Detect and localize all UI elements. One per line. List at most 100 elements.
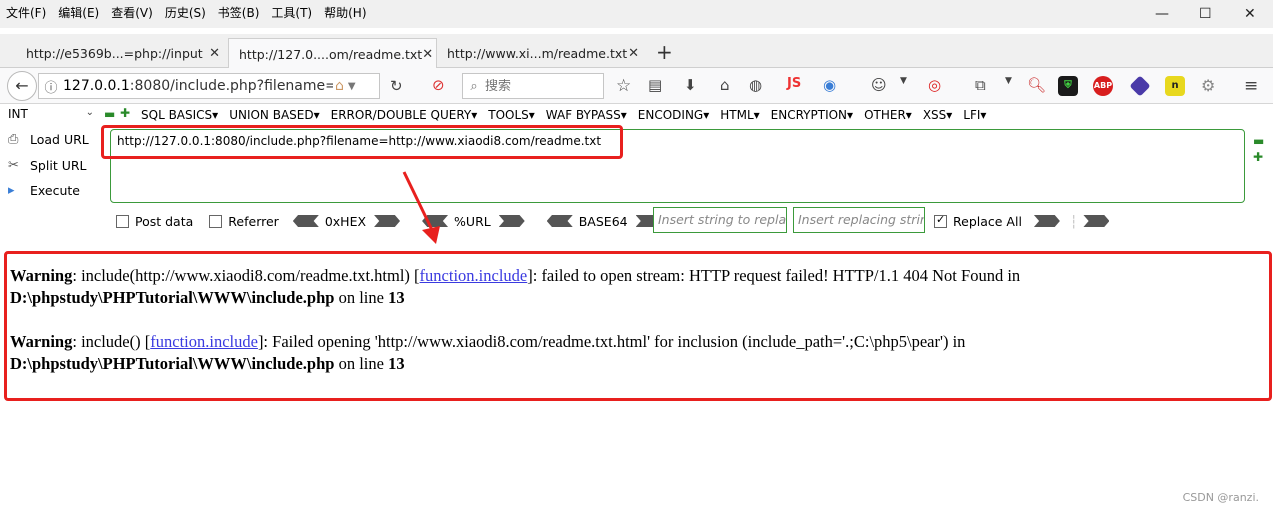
url-encoding-label: %URL — [454, 213, 491, 229]
execute-label: Execute — [30, 183, 80, 198]
maximize-button[interactable]: ☐ — [1199, 6, 1212, 22]
menu-bookmarks[interactable]: 书签(B) — [218, 4, 260, 21]
tab-label: http://www.xi...m/readme.txt — [447, 45, 628, 61]
menu-union-based[interactable]: UNION BASED▾ — [229, 108, 319, 122]
chevron-down-icon[interactable]: ▼ — [348, 81, 356, 92]
tab-label: http://e5369b...=php://input — [26, 45, 203, 61]
injection-type-select[interactable]: INT ⌄ — [8, 107, 96, 124]
minus-icon[interactable]: ▬ — [1253, 134, 1264, 148]
cube-extension-icon[interactable] — [1129, 75, 1151, 97]
tab-2-active[interactable]: http://127.0....om/readme.txt ✕ — [228, 38, 437, 69]
menu-edit[interactable]: 编辑(E) — [58, 4, 99, 21]
post-data-checkbox[interactable] — [116, 214, 129, 228]
select-value: INT — [8, 107, 28, 121]
annotation-error-highlight — [4, 251, 1272, 401]
nav-bar: ← ⓘ 127.0.0.1:8080/include.php?filename=… — [0, 68, 1273, 104]
menu-error-double-query[interactable]: ERROR/DOUBLE QUERY▾ — [331, 108, 478, 122]
bookmark-star-icon[interactable]: ☆ — [616, 76, 631, 96]
referrer-label: Referrer — [228, 213, 279, 229]
block-icon[interactable]: ⊘ — [432, 76, 445, 94]
info-icon[interactable]: ⓘ — [39, 77, 63, 96]
adblock-icon[interactable]: ABP — [1093, 76, 1113, 96]
close-icon[interactable]: ✕ — [628, 46, 639, 61]
tab-label: http://127.0....om/readme.txt — [239, 46, 423, 62]
tab-3[interactable]: http://www.xi...m/readme.txt ✕ — [437, 38, 647, 68]
menu-view[interactable]: 查看(V) — [111, 4, 153, 21]
window-close-button[interactable]: ✕ — [1244, 6, 1256, 22]
menu-lfi[interactable]: LFI▾ — [963, 108, 986, 122]
hackbar-options: Post data Referrer 0xHEX %URL BASE64 — [116, 211, 662, 231]
gear-icon[interactable]: ⚙ — [1201, 76, 1215, 95]
menu-tools[interactable]: 工具(T) — [271, 4, 312, 21]
menu-html[interactable]: HTML▾ — [720, 108, 759, 122]
split-icon: ✂ — [8, 158, 19, 173]
menu-items: 文件(F) 编辑(E) 查看(V) 历史(S) 书签(B) 工具(T) 帮助(H… — [6, 4, 379, 21]
replace-all-checkbox[interactable] — [934, 213, 947, 228]
plus-icon[interactable]: ✚ — [120, 106, 130, 120]
menu-encryption[interactable]: ENCRYPTION▾ — [771, 108, 853, 122]
load-url-label: Load URL — [30, 132, 89, 147]
play-icon: ▸ — [8, 183, 15, 198]
url-path: :8080/include.php?filename=ht — [129, 78, 333, 94]
hamburger-menu-icon[interactable]: ≡ — [1244, 76, 1258, 96]
menu-sql-basics[interactable]: SQL BASICS▾ — [141, 108, 218, 122]
menu-waf-bypass[interactable]: WAF BYPASS▾ — [546, 108, 627, 122]
arrow-left-icon: ← — [15, 76, 29, 95]
search-box[interactable]: ⌕ — [462, 73, 604, 99]
n-extension-icon[interactable]: n — [1165, 76, 1185, 96]
minimize-button[interactable]: — — [1155, 6, 1169, 22]
close-icon[interactable]: ✕ — [209, 46, 220, 61]
replace-string-input[interactable]: Insert string to replace — [653, 207, 787, 233]
menu-file[interactable]: 文件(F) — [6, 4, 46, 21]
palette-icon[interactable]: ☺ — [871, 76, 887, 94]
plus-icon[interactable]: ✚ — [1253, 150, 1263, 164]
chevron-down-icon: ⌄ — [85, 107, 94, 118]
new-tab-button[interactable]: + — [656, 40, 673, 64]
divider: ┆ — [1069, 213, 1078, 229]
load-url-button[interactable]: ⎙ Load URL — [8, 132, 89, 147]
base64-label: BASE64 — [578, 213, 628, 229]
hex-decode-button[interactable] — [292, 215, 319, 227]
tab-strip: http://e5369b...=php://input ✕ http://12… — [0, 34, 1273, 69]
menu-tools[interactable]: TOOLS▾ — [488, 108, 535, 122]
color-extension-icon[interactable]: ◉ — [823, 76, 836, 94]
reading-list-icon[interactable]: ▤ — [648, 76, 662, 94]
menu-xss[interactable]: XSS▾ — [923, 108, 952, 122]
hackbar-menu-bar: INT ⌄ ▬ ✚ SQL BASICS▾ UNION BASED▾ ERROR… — [0, 105, 1273, 125]
watermark: CSDN @ranzi. — [1182, 491, 1259, 504]
tab-1[interactable]: http://e5369b...=php://input ✕ — [16, 38, 228, 68]
magnifier-icon[interactable]: 🔍︎ — [1027, 76, 1046, 94]
chevron-down-icon[interactable]: ▼ — [900, 76, 907, 86]
menu-help[interactable]: 帮助(H) — [324, 4, 366, 21]
globe-icon[interactable]: ◍ — [749, 76, 762, 94]
split-url-button[interactable]: ✂ Split URL — [8, 158, 87, 173]
address-text[interactable]: 127.0.0.1:8080/include.php?filename=ht — [63, 78, 333, 94]
search-input[interactable] — [485, 78, 595, 94]
url-encode-button[interactable] — [498, 215, 525, 227]
home-button-icon[interactable]: ⌂ — [720, 76, 730, 94]
url-host: 127.0.0.1 — [63, 78, 130, 94]
screenshot-icon[interactable]: ⧉ — [975, 76, 986, 94]
reload-icon[interactable]: ↻ — [390, 77, 403, 95]
minus-icon[interactable]: ▬ — [104, 107, 115, 121]
chevron-down-icon[interactable]: ▼ — [1005, 76, 1012, 86]
execute-button[interactable]: ▸ Execute — [8, 183, 80, 198]
download-icon[interactable]: ⬇ — [684, 76, 697, 94]
menu-bar: 文件(F) 编辑(E) 查看(V) 历史(S) 书签(B) 工具(T) 帮助(H… — [0, 0, 1273, 28]
menu-other[interactable]: OTHER▾ — [864, 108, 912, 122]
referrer-checkbox[interactable] — [209, 214, 223, 228]
address-bar[interactable]: ⓘ 127.0.0.1:8080/include.php?filename=ht… — [38, 73, 380, 99]
menu-encoding[interactable]: ENCODING▾ — [638, 108, 709, 122]
replace-next-button[interactable] — [1083, 215, 1110, 227]
js-extension-icon[interactable]: JS — [787, 76, 801, 91]
base64-decode-button[interactable] — [546, 215, 573, 227]
replacing-string-input[interactable]: Insert replacing string — [793, 207, 925, 233]
shield-icon[interactable]: ⛨ — [1058, 76, 1078, 96]
back-button[interactable]: ← — [7, 71, 37, 101]
home-icon[interactable]: ⌂ — [335, 78, 344, 94]
replace-go-button[interactable] — [1033, 215, 1060, 227]
hackbar-extension-icon[interactable]: ◎ — [928, 76, 941, 94]
menu-history[interactable]: 历史(S) — [165, 4, 206, 21]
close-icon[interactable]: ✕ — [422, 47, 433, 62]
search-icon: ⌕ — [470, 78, 478, 94]
